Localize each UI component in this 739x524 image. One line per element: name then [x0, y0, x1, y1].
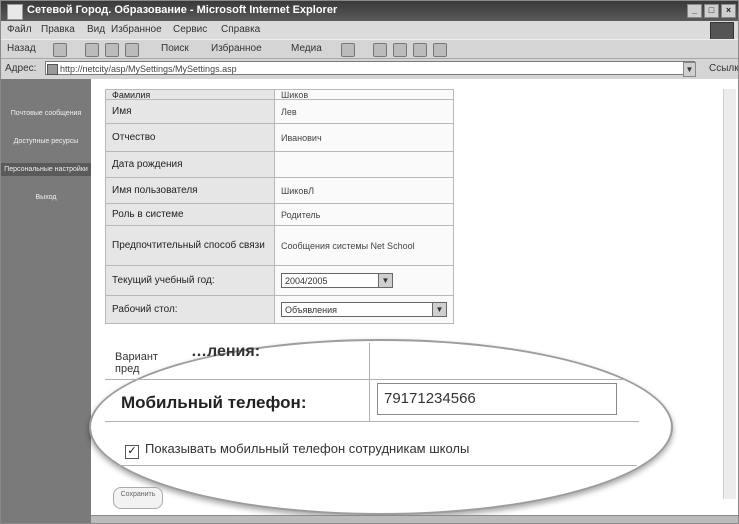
save-button[interactable]: Сохранить — [113, 487, 163, 509]
version-zoom-partial: …ления: — [191, 343, 261, 360]
close-button[interactable]: × — [721, 4, 736, 18]
ie-app-icon — [7, 4, 23, 20]
home-icon[interactable] — [125, 43, 139, 57]
row-value-surname: Шиков — [274, 89, 454, 100]
address-label: Адрес: — [5, 63, 37, 74]
edit-icon[interactable] — [413, 43, 427, 57]
minimize-button[interactable]: _ — [687, 4, 702, 18]
version-partial-text-2: пред — [115, 363, 140, 375]
row-value-role: Родитель — [274, 203, 454, 226]
discuss-icon[interactable] — [433, 43, 447, 57]
table-row: Дата рождения — [105, 151, 454, 178]
mobile-phone-label: Мобильный телефон: — [121, 393, 307, 412]
desktop-cell: Объявления ▼ — [274, 295, 454, 324]
row-label-name: Имя — [105, 99, 275, 124]
table-row: Текущий учебный год: 2004/2005 ▼ — [105, 265, 454, 296]
address-input[interactable]: http://netcity/asp/MySettings/MySettings… — [45, 61, 695, 75]
zoom-divider — [105, 379, 625, 380]
page-icon — [47, 64, 58, 75]
vertical-scrollbar[interactable] — [723, 89, 736, 499]
window-controls: _ □ × — [687, 4, 736, 18]
chevron-down-icon: ▼ — [432, 303, 446, 316]
school-year-cell: 2004/2005 ▼ — [274, 265, 454, 296]
address-dropdown-icon[interactable]: ▼ — [683, 62, 696, 77]
windows-flag-icon — [710, 22, 734, 40]
window-title: Сетевой Город. Образование - Microsoft I… — [27, 4, 338, 16]
row-label-role: Роль в системе — [105, 203, 275, 226]
show-mobile-checkbox-label: Показывать мобильный телефон сотрудникам… — [145, 441, 470, 456]
table-row: Роль в системе Родитель — [105, 203, 454, 226]
stop-icon[interactable] — [85, 43, 99, 57]
maximize-button[interactable]: □ — [704, 4, 719, 18]
menu-edit[interactable]: Правка — [41, 24, 75, 35]
show-mobile-checkbox-row[interactable]: ✓ Показывать мобильный телефон сотрудника… — [125, 441, 469, 459]
school-year-value: 2004/2005 — [285, 276, 328, 286]
menu-tools[interactable]: Сервис — [173, 24, 207, 35]
mail-icon[interactable] — [373, 43, 387, 57]
toolbar: Назад Поиск Избранное Медиа — [1, 39, 738, 59]
row-value-username: ШиковЛ — [274, 177, 454, 204]
zoom-column-divider — [369, 343, 370, 421]
table-row: Рабочий стол: Объявления ▼ — [105, 295, 454, 324]
row-value-name: Лев — [274, 99, 454, 124]
row-label-birthdate: Дата рождения — [105, 151, 275, 178]
menu-view[interactable]: Вид — [87, 24, 105, 35]
settings-table: Фамилия Шиков Имя Лев Отчество Иванович … — [105, 89, 454, 324]
chevron-down-icon: ▼ — [378, 274, 392, 287]
table-row: Имя Лев — [105, 99, 454, 124]
row-label-username: Имя пользователя — [105, 177, 275, 204]
search-button[interactable]: Поиск — [161, 43, 189, 54]
sidebar-item-logout[interactable]: Выход — [7, 193, 85, 202]
row-value-birthdate — [274, 151, 454, 178]
status-bar — [91, 515, 738, 523]
table-row: Отчество Иванович — [105, 123, 454, 152]
mobile-phone-input[interactable]: 79171234566 — [377, 383, 617, 415]
show-mobile-checkbox[interactable]: ✓ — [125, 445, 139, 459]
row-label-surname: Фамилия — [105, 89, 275, 100]
table-row: Предпочтительный способ связи Сообщения … — [105, 225, 454, 266]
row-value-patronymic: Иванович — [274, 123, 454, 152]
table-row: Имя пользователя ШиковЛ — [105, 177, 454, 204]
menu-file[interactable]: Файл — [7, 24, 32, 35]
title-bar: Сетевой Город. Образование - Microsoft I… — [1, 1, 738, 21]
history-icon[interactable] — [341, 43, 355, 57]
print-icon[interactable] — [393, 43, 407, 57]
menu-bar: Файл Правка Вид Избранное Сервис Справка — [1, 21, 738, 40]
row-label-patronymic: Отчество — [105, 123, 275, 152]
desktop-label: Рабочий стол: — [105, 295, 275, 324]
zoom-divider — [105, 421, 639, 422]
forward-icon[interactable] — [53, 43, 67, 57]
zoom-magnifier — [89, 339, 673, 515]
sidebar-item-settings[interactable]: Персональные настройки — [1, 163, 91, 176]
version-partial-label: Вариант пред — [115, 351, 158, 375]
address-bar: Адрес: http://netcity/asp/MySettings/MyS… — [1, 59, 738, 79]
row-label-contact: Предпочтительный способ связи — [105, 225, 275, 266]
row-value-contact: Сообщения системы Net School — [274, 225, 454, 266]
school-year-select[interactable]: 2004/2005 ▼ — [281, 273, 393, 288]
links-button[interactable]: Ссылки — [709, 63, 738, 74]
media-button[interactable]: Медиа — [291, 43, 322, 54]
sidebar-item-resources[interactable]: Доступные ресурсы — [7, 137, 85, 146]
sidebar: Почтовые сообщения Доступные ресурсы Пер… — [1, 79, 91, 523]
desktop-select[interactable]: Объявления ▼ — [281, 302, 447, 317]
favorites-button[interactable]: Избранное — [211, 43, 262, 54]
desktop-value: Объявления — [285, 305, 338, 315]
zoom-divider — [117, 465, 637, 466]
version-partial-text: Вариант — [115, 351, 158, 363]
back-button[interactable]: Назад — [7, 43, 36, 54]
browser-window: Сетевой Город. Образование - Microsoft I… — [0, 0, 739, 524]
table-row: Фамилия Шиков — [105, 89, 454, 100]
menu-help[interactable]: Справка — [221, 24, 260, 35]
school-year-label: Текущий учебный год: — [105, 265, 275, 296]
menu-favorites[interactable]: Избранное — [111, 24, 162, 35]
sidebar-item-messages[interactable]: Почтовые сообщения — [7, 109, 85, 118]
refresh-icon[interactable] — [105, 43, 119, 57]
